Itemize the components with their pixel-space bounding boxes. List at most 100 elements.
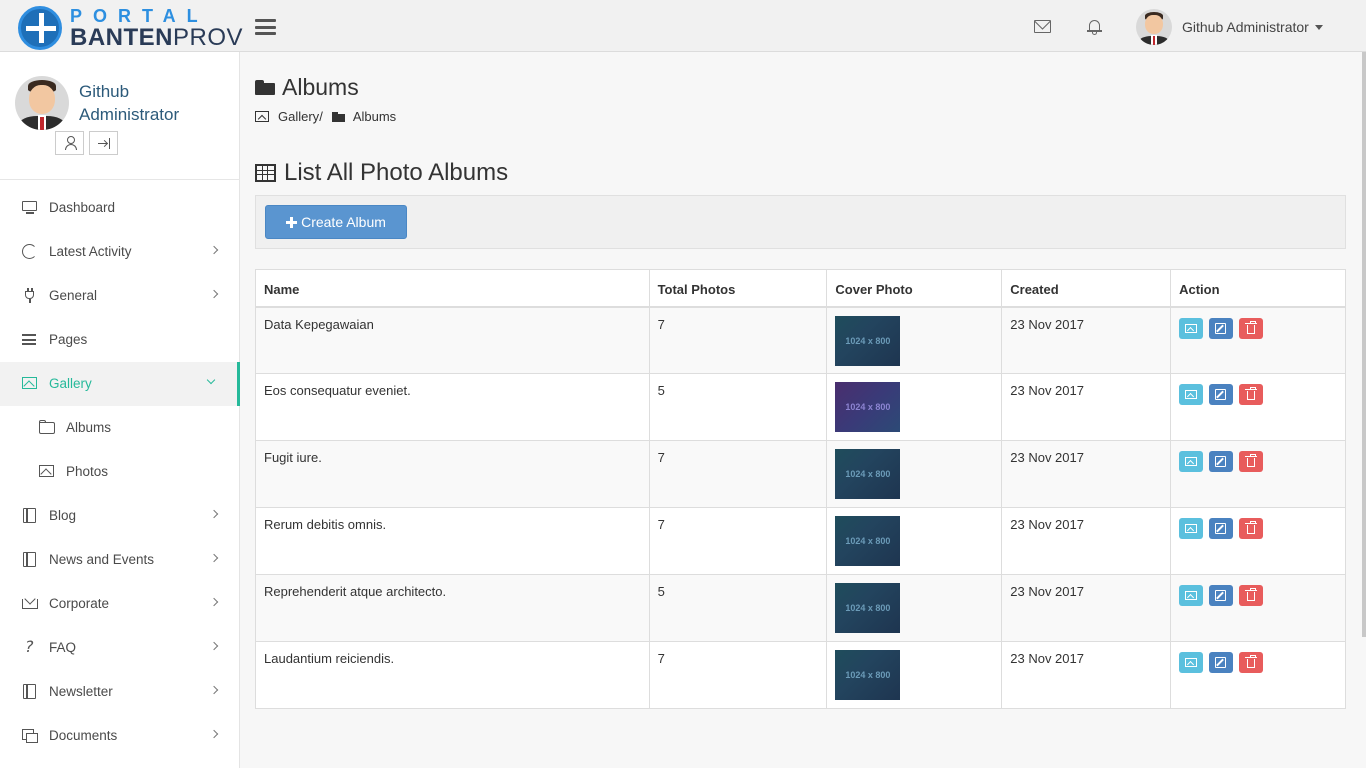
profile-button[interactable] (55, 131, 84, 155)
album-total-photos: 7 (648, 641, 828, 709)
view-photos-button[interactable] (1179, 585, 1204, 606)
column-header-total-photos[interactable]: Total Photos (648, 269, 828, 308)
delete-album-button[interactable] (1239, 384, 1264, 405)
album-total-photos: 7 (648, 440, 828, 508)
trash-icon (1245, 454, 1258, 467)
delete-album-button[interactable] (1239, 652, 1264, 673)
chevron-right-icon (209, 553, 219, 563)
sidebar-item-label: Albums (66, 420, 112, 435)
edit-album-button[interactable] (1209, 317, 1234, 339)
menu-toggle-icon[interactable] (255, 19, 276, 35)
edit-album-button[interactable] (1209, 652, 1234, 673)
sidebar: Github Administrator Dashboard Latest Ac… (0, 52, 240, 768)
create-album-button[interactable]: Create Album (265, 205, 407, 239)
trash-icon (1245, 387, 1258, 400)
sidebar-item-corporate[interactable]: Corporate (0, 582, 240, 626)
picture-icon (22, 376, 38, 392)
crown-icon (22, 593, 38, 612)
logout-button[interactable] (89, 131, 118, 155)
album-cover-image: 1024 x 800 (835, 650, 901, 700)
book-icon (22, 684, 38, 700)
album-cover-image: 1024 x 800 (835, 449, 901, 499)
table-row: Rerum debitis omnis. 7 1024 x 800 23 Nov… (255, 507, 1346, 575)
column-header-name[interactable]: Name (255, 269, 650, 308)
chevron-right-icon (209, 289, 219, 299)
mail-icon[interactable] (1034, 20, 1051, 33)
logo-text-light: PROV (173, 24, 244, 51)
logo-text-bottom: BANTENPROV (70, 24, 243, 52)
album-actions (1170, 440, 1346, 508)
sidebar-item-label: Dashboard (49, 200, 116, 215)
view-photos-button[interactable] (1179, 317, 1204, 339)
sidebar-item-news-events[interactable]: News and Events (0, 538, 240, 582)
chevron-right-icon (209, 685, 219, 695)
view-photos-button[interactable] (1179, 384, 1204, 405)
portal-logo[interactable]: PORTAL BANTENPROV (18, 6, 243, 51)
edit-album-button[interactable] (1209, 451, 1234, 472)
breadcrumb-albums: Albums (352, 109, 397, 124)
sidebar-item-newsletter[interactable]: Newsletter (0, 670, 240, 714)
user-menu-dropdown[interactable]: Github Administrator (1136, 9, 1323, 45)
picture-icon (1185, 658, 1198, 667)
edit-icon (1215, 322, 1227, 334)
edit-album-button[interactable] (1209, 518, 1234, 539)
album-name: Rerum debitis omnis. (255, 507, 650, 575)
album-cover-image: 1024 x 800 (835, 516, 901, 566)
plug-icon (22, 288, 38, 304)
sidebar-profile: Github Administrator (0, 52, 240, 180)
sidebar-subitem-photos[interactable]: Photos (0, 450, 240, 494)
edit-album-button[interactable] (1209, 384, 1234, 405)
top-navbar: PORTAL BANTENPROV Github Administrator (0, 0, 1366, 52)
album-cover-cell: 1024 x 800 (826, 507, 1003, 575)
chevron-right-icon (209, 641, 219, 651)
sidebar-item-label: Documents (49, 728, 118, 743)
picture-icon (1185, 457, 1198, 466)
chevron-right-icon (209, 509, 219, 519)
sidebar-item-label: Newsletter (49, 684, 113, 699)
album-created: 23 Nov 2017 (1001, 507, 1172, 575)
sidebar-item-gallery[interactable]: Gallery (0, 362, 240, 406)
album-cover-cell: 1024 x 800 (826, 574, 1003, 642)
sidebar-item-label: FAQ (49, 640, 77, 655)
bell-icon[interactable] (1087, 19, 1102, 35)
view-photos-button[interactable] (1179, 652, 1204, 673)
list-icon (22, 332, 38, 348)
chevron-right-icon (209, 597, 219, 607)
view-photos-button[interactable] (1179, 518, 1204, 539)
picture-icon (1185, 390, 1198, 399)
table-row: Reprehenderit atque architecto. 5 1024 x… (255, 574, 1346, 642)
delete-album-button[interactable] (1239, 451, 1264, 472)
album-created: 23 Nov 2017 (1001, 641, 1172, 709)
column-header-created[interactable]: Created (1001, 269, 1172, 308)
edit-icon (1215, 456, 1227, 467)
sidebar-menu: Dashboard Latest Activity General Pages … (0, 186, 240, 758)
edit-icon (1215, 523, 1227, 534)
album-actions (1170, 373, 1346, 441)
picture-icon (1185, 323, 1198, 333)
delete-album-button[interactable] (1239, 585, 1264, 606)
sidebar-subitem-albums[interactable]: Albums (0, 406, 240, 450)
breadcrumb-gallery[interactable]: Gallery (278, 109, 319, 124)
view-photos-button[interactable] (1179, 451, 1204, 472)
picture-icon (1185, 591, 1198, 600)
edit-album-button[interactable] (1209, 585, 1234, 606)
column-header-cover-photo[interactable]: Cover Photo (826, 269, 1003, 308)
chevron-right-icon (209, 245, 219, 255)
plus-icon (286, 216, 298, 228)
sidebar-item-documents[interactable]: Documents (0, 714, 240, 758)
page-scrollbar[interactable] (1362, 52, 1366, 637)
folder-icon (255, 80, 275, 95)
sidebar-item-faq[interactable]: ? FAQ (0, 626, 240, 670)
delete-album-button[interactable] (1239, 317, 1264, 339)
delete-album-button[interactable] (1239, 518, 1264, 539)
sidebar-item-latest-activity[interactable]: Latest Activity (0, 230, 240, 274)
sidebar-item-dashboard[interactable]: Dashboard (0, 186, 240, 230)
trash-icon (1245, 655, 1258, 668)
sidebar-item-pages[interactable]: Pages (0, 318, 240, 362)
album-created: 23 Nov 2017 (1001, 440, 1172, 508)
album-name: Data Kepegawaian (255, 306, 650, 374)
album-actions (1170, 574, 1346, 642)
album-cover-cell: 1024 x 800 (826, 440, 1003, 508)
sidebar-item-general[interactable]: General (0, 274, 240, 318)
sidebar-item-blog[interactable]: Blog (0, 494, 240, 538)
